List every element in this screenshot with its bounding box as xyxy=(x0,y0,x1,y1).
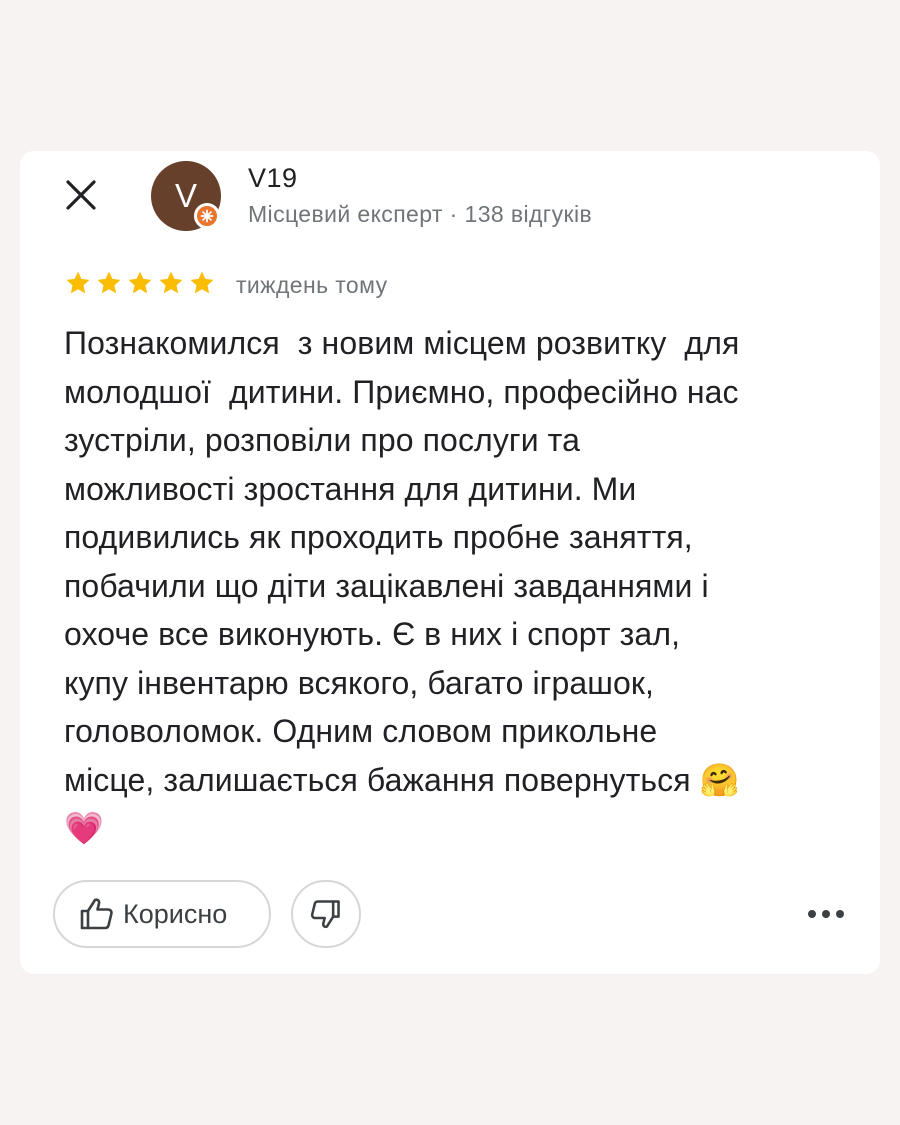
helpful-button[interactable]: Корисно xyxy=(53,880,271,948)
star-icon xyxy=(190,271,214,294)
author-meta: Місцевий експерт · 138 відгуків xyxy=(248,201,593,227)
not-helpful-button[interactable] xyxy=(291,880,361,948)
more-dots-icon xyxy=(808,910,844,918)
thumbs-up-icon xyxy=(80,898,113,930)
more-options-button[interactable] xyxy=(804,896,848,932)
star-icon xyxy=(66,271,90,294)
thumbs-down-icon xyxy=(310,900,340,929)
close-icon xyxy=(66,180,96,210)
helpful-label: Корисно xyxy=(123,898,228,929)
close-button[interactable] xyxy=(61,175,101,215)
star-icon xyxy=(97,271,121,294)
avatar[interactable]: V xyxy=(151,161,221,231)
review-text: Познакомился з новим місцем розвитку для… xyxy=(64,325,740,846)
star-rating xyxy=(64,269,216,297)
author-name[interactable]: V19 xyxy=(248,163,298,194)
star-icon xyxy=(159,271,183,294)
review-time: тиждень тому xyxy=(236,272,388,298)
star-icon xyxy=(128,271,152,294)
review-card: V V19 Місцевий експерт · 138 відгуків ти… xyxy=(20,151,880,974)
avatar-initial: V xyxy=(174,177,197,214)
local-guide-badge-icon xyxy=(194,203,220,229)
